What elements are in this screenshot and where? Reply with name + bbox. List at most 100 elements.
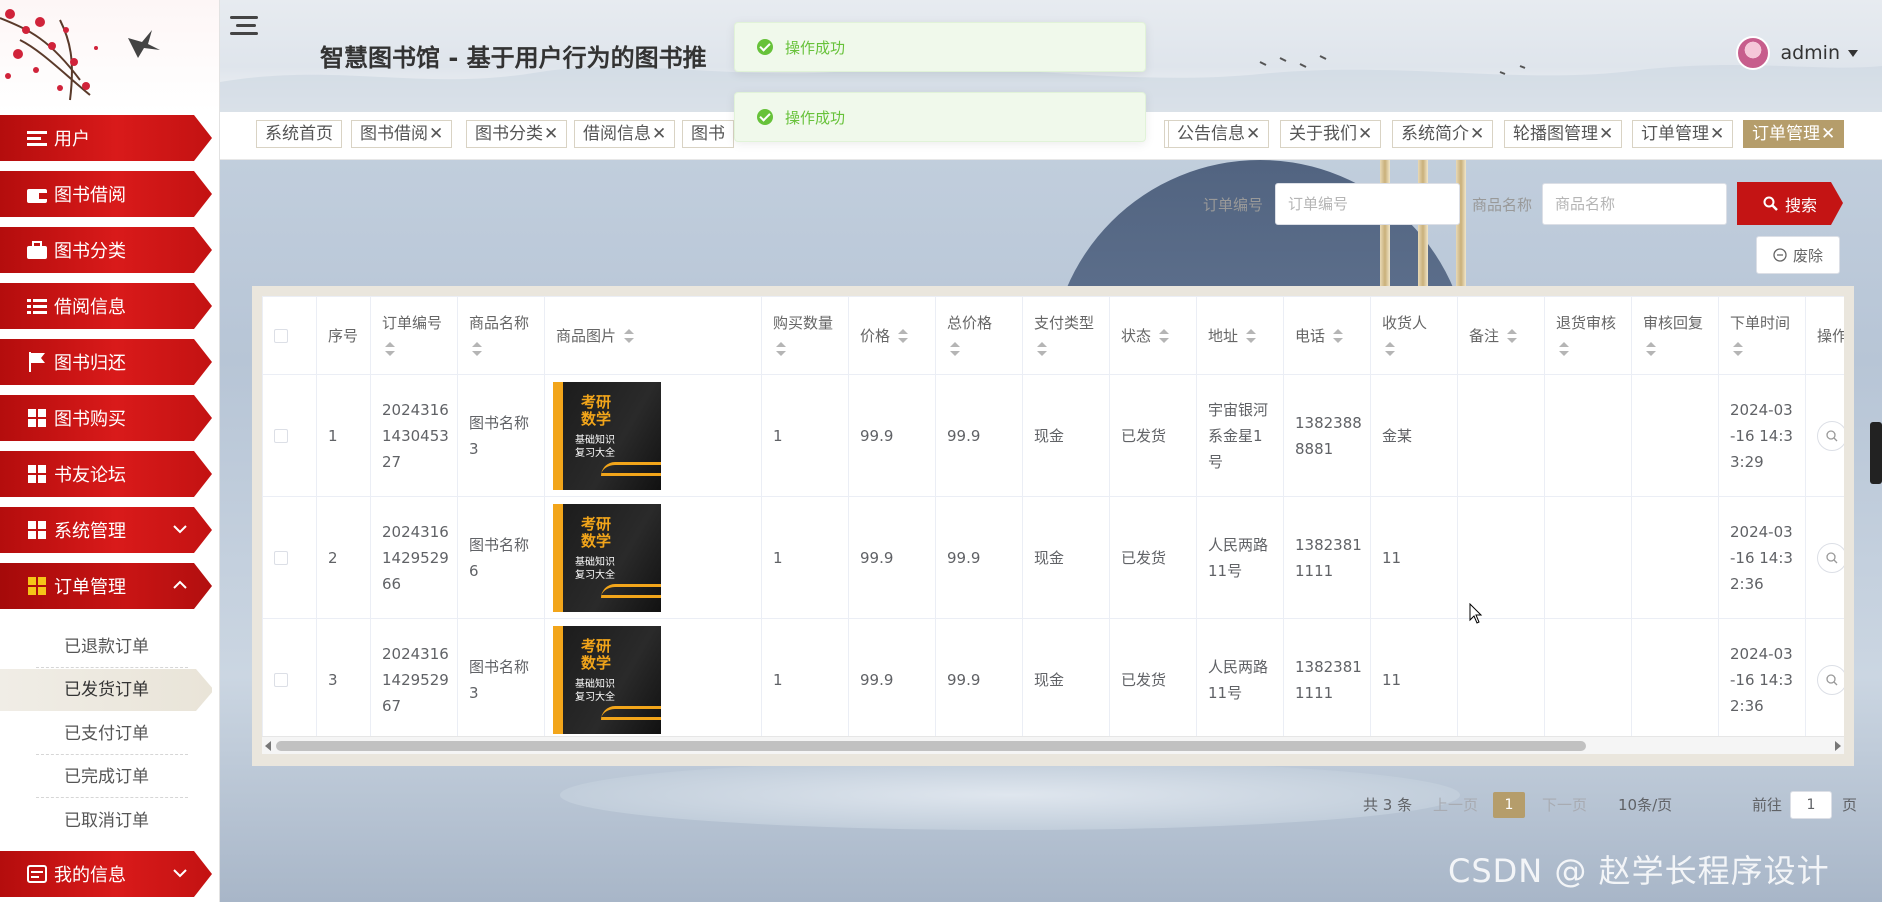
sidebar-item-book-category[interactable]: 图书分类 [0,227,212,273]
search-icon [1763,196,1778,211]
view-details-button[interactable] [1817,420,1844,451]
column-header[interactable]: 商品名称 [457,296,545,375]
submenu-shipped-orders[interactable]: 已发货订单 [0,669,212,711]
tab-system-intro[interactable]: 系统简介✕ [1392,120,1494,148]
column-header[interactable]: 订单编号 [370,296,458,375]
close-icon[interactable]: ✕ [1599,124,1613,144]
column-header[interactable]: 下单时间 [1718,296,1806,375]
pagination-next[interactable]: 下一页 [1542,794,1587,815]
sort-icon[interactable] [950,342,960,356]
menu-toggle-icon[interactable] [228,14,260,42]
scroll-right-icon[interactable] [1835,741,1841,751]
column-header[interactable]: 电话 [1283,296,1371,375]
sort-icon[interactable] [776,342,786,356]
close-icon[interactable]: ✕ [1470,124,1484,144]
sort-icon[interactable] [1385,342,1395,356]
sort-icon[interactable] [1037,342,1047,356]
horizontal-scrollbar[interactable] [262,736,1844,754]
sort-icon[interactable] [472,342,482,356]
delete-button[interactable]: 废除 [1756,236,1840,274]
table-row[interactable]: 1 2024316 1430453 27 图书名称 3 考研 数学 基础知识 复习大全 1… [262,374,1844,497]
sidebar: 用户 图书借阅 图书分类 借阅信息 图书归还 图书购买 书友论坛 系统管理 订单… [0,0,220,902]
view-details-button[interactable] [1817,542,1844,573]
column-header[interactable]: 地址 [1196,296,1284,375]
sort-icon[interactable] [1332,329,1343,343]
vertical-scrollbar[interactable] [1870,422,1882,484]
column-header[interactable]: 商品图片 [544,296,762,375]
row-checkbox[interactable] [274,673,288,687]
page-size-select[interactable]: 10条/页 [1618,794,1672,815]
sort-icon[interactable] [1646,342,1656,356]
sort-icon[interactable] [1559,342,1569,356]
sidebar-item-system-management[interactable]: 系统管理 [0,507,212,553]
sort-icon[interactable] [897,329,908,343]
product-image-cell: 考研 数学 基础知识 复习大全 [544,496,762,619]
submenu-refunded-orders[interactable]: 已退款订单 [0,626,212,668]
grid-icon [26,407,48,429]
sort-icon[interactable] [1158,329,1169,343]
book-cover-image: 考研 数学 基础知识 复习大全 [553,625,661,734]
search-button[interactable]: 搜索 [1737,182,1843,225]
column-header[interactable]: 支付类型 [1022,296,1110,375]
select-all-checkbox[interactable] [274,329,288,343]
close-icon[interactable]: ✕ [652,124,666,144]
product-name-input[interactable] [1542,183,1727,225]
tab-carousel[interactable]: 轮播图管理✕ [1504,120,1623,148]
column-header[interactable]: 状态 [1109,296,1197,375]
row-checkbox[interactable] [274,551,288,565]
table-row[interactable]: 2 2024316 1429529 66 图书名称 6 考研 数学 基础知识 复习大全 1… [262,496,1844,619]
sidebar-item-forum[interactable]: 书友论坛 [0,451,212,497]
sidebar-item-order-management[interactable]: 订单管理 [0,563,212,609]
column-header[interactable]: 备注 [1457,296,1545,375]
close-icon[interactable]: ✕ [1358,124,1372,144]
sort-icon[interactable] [385,342,395,356]
close-icon[interactable]: ✕ [1821,124,1835,144]
scroll-left-icon[interactable] [265,741,271,751]
tab-about-us[interactable]: 关于我们✕ [1280,120,1382,148]
tab-book-borrow[interactable]: 图书借阅✕ [351,120,453,148]
pagination-page-1[interactable]: 1 [1493,792,1525,818]
tab-home[interactable]: 系统首页 [256,120,342,148]
close-icon[interactable]: ✕ [544,124,558,144]
sort-icon[interactable] [1733,342,1743,356]
tab-book-category[interactable]: 图书分类✕ [466,120,568,148]
review-reply-cell [1631,374,1719,497]
close-icon[interactable]: ✕ [429,124,443,144]
view-details-button[interactable] [1817,664,1844,695]
pagination-goto-input[interactable]: 1 [1790,791,1832,819]
row-checkbox[interactable] [274,429,288,443]
submenu-completed-orders[interactable]: 已完成订单 [0,756,212,798]
column-header[interactable]: 审核回复 [1631,296,1719,375]
submenu-cancelled-orders[interactable]: 已取消订单 [0,800,212,842]
order-number-input[interactable] [1275,183,1460,225]
review-reply-cell [1631,618,1719,741]
sort-icon[interactable] [623,329,634,343]
user-menu[interactable]: admin [1736,36,1858,70]
book-cover-image: 考研 数学 基础知识 复习大全 [553,503,661,612]
sidebar-item-book-purchase[interactable]: 图书购买 [0,395,212,441]
sidebar-item-book-borrow[interactable]: 图书借阅 [0,171,212,217]
tab-order-management[interactable]: 订单管理✕ [1632,120,1734,148]
tab-partial[interactable]: 图书 [682,120,734,148]
tab-announcements[interactable]: 公告信息✕ [1168,120,1270,148]
sidebar-item-borrow-info[interactable]: 借阅信息 [0,283,212,329]
tab-order-management-active[interactable]: 订单管理✕ [1743,120,1845,148]
column-header[interactable]: 价格 [848,296,936,375]
tab-borrow-info[interactable]: 借阅信息✕ [574,120,676,148]
column-header[interactable]: 退货审核 [1544,296,1632,375]
close-icon[interactable]: ✕ [1710,124,1724,144]
submenu-paid-orders[interactable]: 已支付订单 [0,713,212,755]
chevron-up-icon [173,580,187,589]
column-header[interactable]: 收货人 [1370,296,1458,375]
column-header[interactable]: 购买数量 [761,296,849,375]
close-icon[interactable]: ✕ [1246,124,1260,144]
scrollbar-thumb[interactable] [276,741,1586,751]
sort-icon[interactable] [1245,329,1256,343]
table-row[interactable]: 3 2024316 1429529 67 图书名称 3 考研 数学 基础知识 复习大全 1… [262,618,1844,741]
column-header[interactable]: 总价格 [935,296,1023,375]
sidebar-item-users[interactable]: 用户 [0,115,212,161]
sort-icon[interactable] [1506,329,1517,343]
sidebar-item-book-return[interactable]: 图书归还 [0,339,212,385]
pagination-prev[interactable]: 上一页 [1433,794,1478,815]
sidebar-item-my-info[interactable]: 我的信息 [0,851,212,897]
